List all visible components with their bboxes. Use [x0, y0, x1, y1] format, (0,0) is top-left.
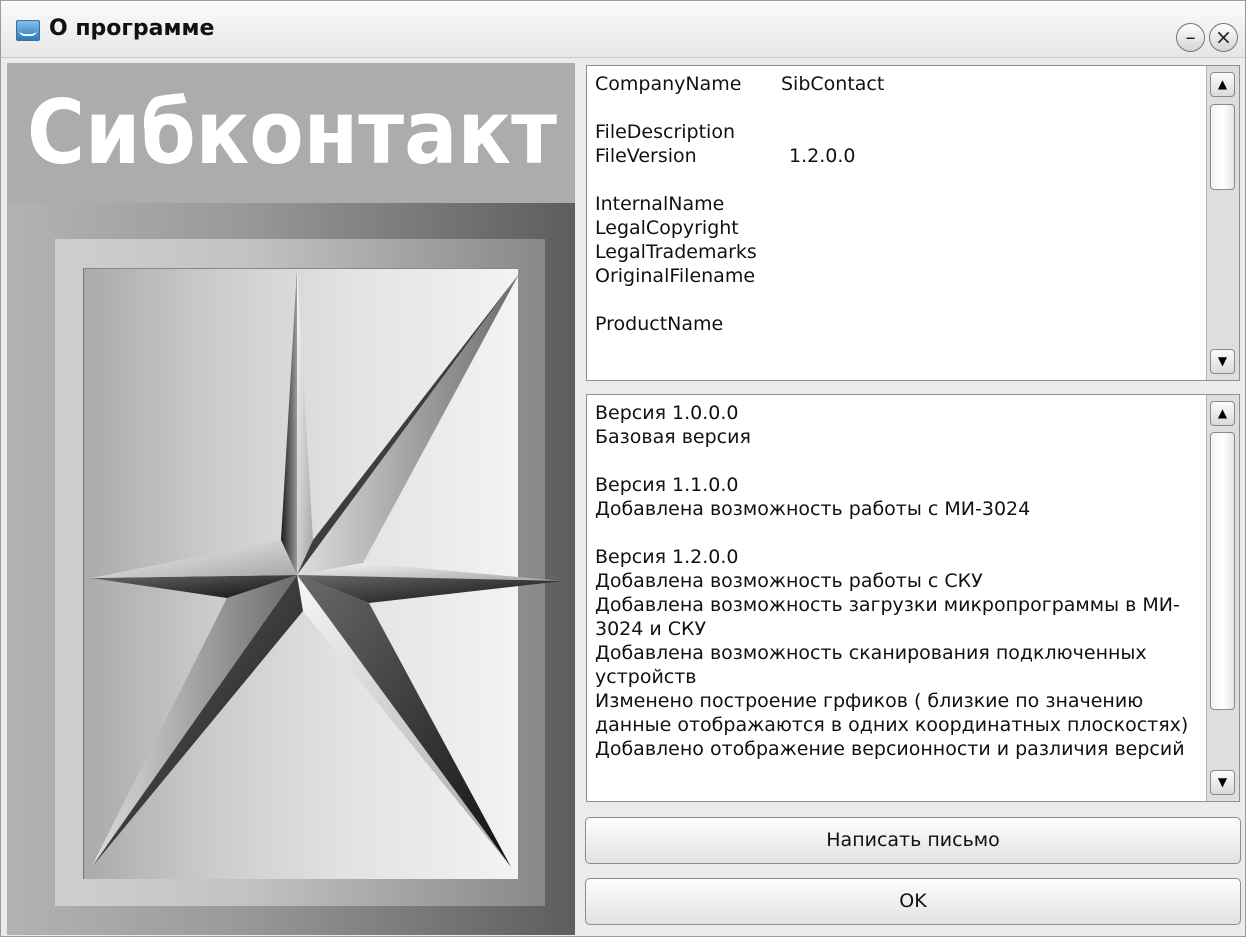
app-icon: [16, 20, 40, 41]
about-dialog: О программе – × Сибконтакт CompanyName S…: [0, 0, 1246, 937]
scroll-down-arrow-icon[interactable]: ▼: [1210, 349, 1235, 374]
history-line: Добавлена возможность работы с МИ-3024: [595, 498, 1031, 520]
info-row: CompanyName SibContact: [595, 72, 1201, 96]
window-title: О программе: [49, 16, 215, 41]
scroll-up-arrow-icon[interactable]: ▲: [1210, 72, 1235, 97]
info-key: CompanyName: [595, 73, 742, 95]
version-info-box[interactable]: CompanyName SibContact FileDescription File…: [586, 65, 1240, 381]
info-value: SibContact: [781, 73, 885, 95]
history-line: устройств: [595, 666, 697, 688]
history-line: Добавлено отображение версионности и раз…: [595, 738, 1185, 760]
info-row: FileDescription: [595, 120, 1201, 144]
info-scrollbar[interactable]: ▲ ▼: [1206, 66, 1239, 380]
close-button[interactable]: ×: [1209, 23, 1238, 52]
info-key: OriginalFilename: [595, 265, 756, 287]
info-row: OriginalFilename: [595, 264, 1201, 288]
info-key: ProductName: [595, 313, 724, 335]
history-line: 3024 и СКУ: [595, 618, 707, 640]
info-key: LegalTrademarks: [595, 241, 757, 263]
info-row: LegalTrademarks: [595, 240, 1201, 264]
version-history-text: Версия 1.0.0.0 Базовая версия Версия 1.1.0…: [595, 401, 1201, 797]
info-row: LegalCopyright: [595, 216, 1201, 240]
logo-panel: Сибконтакт: [7, 63, 575, 935]
history-line: Базовая версия: [595, 426, 751, 448]
info-row: FileVersion 1.2.0.0: [595, 144, 1201, 168]
star-icon: [91, 268, 563, 868]
version-info-text: CompanyName SibContact FileDescription File…: [595, 72, 1201, 376]
history-line: Добавлена возможность загрузки микропрог…: [595, 594, 1180, 616]
history-line: Изменено построение грфиков ( близкие по…: [595, 690, 1144, 712]
minimize-button[interactable]: –: [1176, 23, 1205, 52]
history-line: Версия 1.1.0.0: [595, 474, 739, 496]
info-row: InternalName: [595, 192, 1201, 216]
info-row: ProductName: [595, 312, 1201, 336]
history-line: Добавлена возможность сканирования подкл…: [595, 642, 1147, 664]
history-line: данные отображаются в одних координатных…: [595, 714, 1189, 736]
history-line: Версия 1.0.0.0: [595, 402, 739, 424]
ok-button[interactable]: OK: [585, 878, 1241, 925]
history-line: Версия 1.2.0.0: [595, 546, 739, 568]
history-scrollbar[interactable]: ▲ ▼: [1206, 395, 1239, 801]
info-key: FileVersion: [595, 145, 697, 167]
info-key: LegalCopyright: [595, 217, 739, 239]
scroll-up-arrow-icon[interactable]: ▲: [1210, 401, 1235, 426]
version-history-box[interactable]: Версия 1.0.0.0 Базовая версия Версия 1.1.0…: [586, 394, 1240, 802]
info-key: InternalName: [595, 193, 725, 215]
write-letter-button[interactable]: Написать письмо: [585, 817, 1241, 864]
info-value: 1.2.0.0: [789, 145, 856, 167]
info-key: FileDescription: [595, 121, 736, 143]
scroll-thumb[interactable]: [1210, 432, 1235, 710]
title-bar: О программе – ×: [1, 1, 1245, 58]
scroll-down-arrow-icon[interactable]: ▼: [1210, 770, 1235, 795]
scroll-thumb[interactable]: [1210, 104, 1235, 190]
history-line: Добавлена возможность работы с СКУ: [595, 570, 983, 592]
